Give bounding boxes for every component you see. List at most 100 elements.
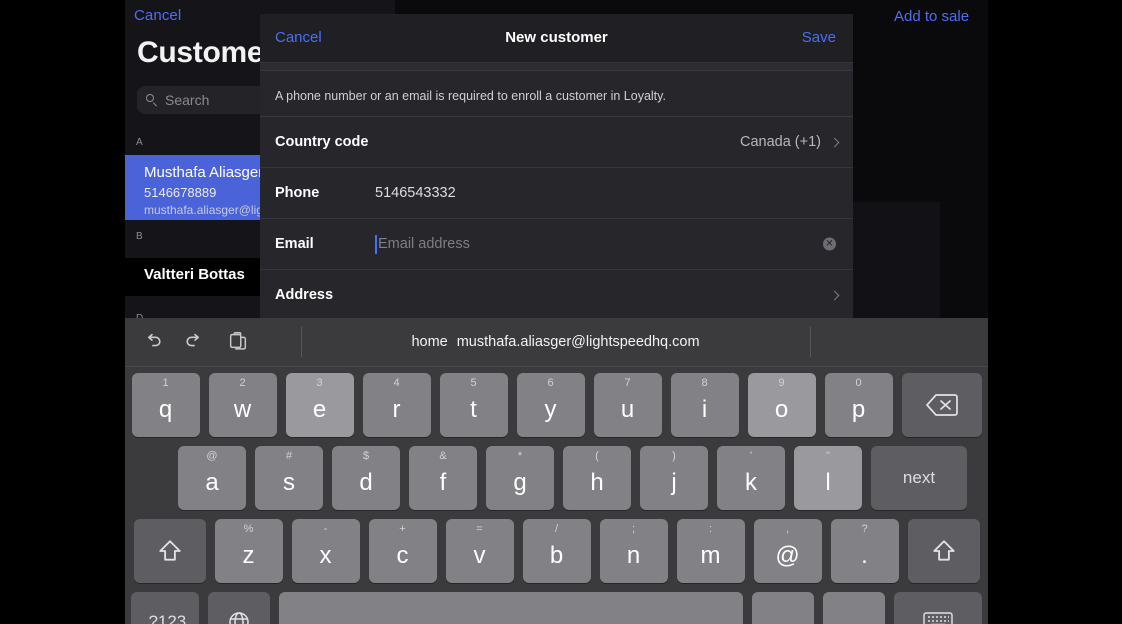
suggestion-divider-right <box>810 327 811 357</box>
search-icon <box>146 94 158 106</box>
form-row-phone[interactable]: Phone 5146543332 <box>260 168 853 219</box>
redo-icon[interactable] <box>184 330 206 352</box>
form-row-country-code[interactable]: Country code Canada (+1) <box>260 117 853 168</box>
key-h[interactable]: ( h <box>563 446 631 510</box>
key-alt-label: ; <box>631 523 636 535</box>
key-label: p <box>851 396 866 423</box>
key-alt-label: 9 <box>778 377 785 389</box>
key-label: v <box>473 542 486 569</box>
suggestion-item[interactable]: musthafa.aliasger@lightspeedhq.com <box>457 334 700 350</box>
space-key[interactable] <box>279 592 743 624</box>
chevron-right-icon <box>829 137 840 147</box>
key-label: w <box>233 396 252 423</box>
key-alt-label: 1 <box>162 377 169 389</box>
key-v[interactable]: = v <box>445 519 514 583</box>
section-header-a: A <box>136 137 143 148</box>
form-row-address[interactable]: Address <box>260 270 853 318</box>
globe-icon[interactable] <box>208 592 270 624</box>
key-alt-label: # <box>285 450 293 462</box>
key-alt-label: = <box>476 523 483 535</box>
key-at[interactable]: , @ <box>753 519 822 583</box>
key-l[interactable]: " l <box>794 446 862 510</box>
key-label: .?123 <box>143 612 187 624</box>
key-label: @ <box>775 542 800 569</box>
key-o[interactable]: 9 o <box>747 373 816 437</box>
key-label: n <box>626 542 641 569</box>
key-label: i <box>701 396 708 423</box>
key-alt-label: ? <box>861 523 868 535</box>
shift-icon[interactable] <box>907 519 980 583</box>
suggestion-list: home musthafa.aliasger@lightspeedhq.com <box>301 318 810 366</box>
key-t[interactable]: 5 t <box>439 373 508 437</box>
key-label: r <box>392 396 401 423</box>
suggestion-item[interactable]: home <box>411 334 447 350</box>
key-p[interactable]: 0 p <box>824 373 893 437</box>
onscreen-keyboard: home musthafa.aliasger@lightspeedhq.com … <box>125 318 988 624</box>
key-w[interactable]: 2 w <box>208 373 277 437</box>
numbers-key[interactable]: .?123 <box>131 592 199 624</box>
key-label: o <box>774 396 789 423</box>
punct-key-right[interactable] <box>823 592 885 624</box>
key-z[interactable]: % z <box>214 519 283 583</box>
key-label: b <box>549 542 564 569</box>
key-j[interactable]: ) j <box>640 446 708 510</box>
key-k[interactable]: ' k <box>717 446 785 510</box>
key-m[interactable]: : m <box>676 519 745 583</box>
key-alt-label: : <box>708 523 713 535</box>
keyboard-row-3: % z - x + c = v / b ; n: m , @ ? . <box>125 519 988 583</box>
form-row-email[interactable]: Email Email address ✕ <box>260 219 853 270</box>
key-alt-label: 5 <box>470 377 477 389</box>
key-c[interactable]: + c <box>368 519 437 583</box>
key-b[interactable]: / b <box>522 519 591 583</box>
key-alt-label: 8 <box>701 377 708 389</box>
form-label: Address <box>275 287 334 303</box>
email-field-placeholder[interactable]: Email address <box>378 236 470 252</box>
key-x[interactable]: - x <box>291 519 360 583</box>
phone-field[interactable]: 5146543332 <box>375 185 456 201</box>
background-cancel-button[interactable]: Cancel <box>134 7 181 24</box>
key-u[interactable]: 7 u <box>593 373 662 437</box>
key-alt-label: " <box>826 450 830 462</box>
key-a[interactable]: @ a <box>178 446 246 510</box>
key-label: g <box>513 469 527 496</box>
key-alt-label: 7 <box>624 377 631 389</box>
key-e[interactable]: 3 e <box>285 373 354 437</box>
keyboard-dismiss-icon[interactable] <box>894 592 982 624</box>
key-label: k <box>745 469 757 496</box>
shift-icon[interactable] <box>133 519 206 583</box>
key-label: m <box>700 542 721 569</box>
key-n[interactable]: ; n <box>599 519 668 583</box>
key-i[interactable]: 8 i <box>670 373 739 437</box>
paste-icon[interactable] <box>227 330 249 352</box>
key-period[interactable]: ? . <box>830 519 899 583</box>
key-label: q <box>158 396 173 423</box>
key-label: c <box>396 542 409 569</box>
key-q[interactable]: 1 q <box>131 373 200 437</box>
key-label: . <box>861 542 868 569</box>
next-key[interactable]: next <box>871 446 967 510</box>
punct-key-left[interactable] <box>752 592 814 624</box>
key-label: z <box>242 542 255 569</box>
key-label: l <box>825 469 831 496</box>
modal-navbar: Cancel New customer Save <box>260 14 853 63</box>
keyboard-rows: 1 q 2 w 3 e 4 r 5 t 6 y 7 u 8 i 9 o 0 p … <box>125 367 988 624</box>
add-to-sale-button[interactable]: Add to sale <box>894 8 969 25</box>
undo-icon[interactable] <box>141 330 163 352</box>
save-button[interactable]: Save <box>802 29 836 46</box>
key-d[interactable]: $ d <box>332 446 400 510</box>
new-customer-modal: Cancel New customer Save A phone number … <box>260 14 853 318</box>
key-s[interactable]: # s <box>255 446 323 510</box>
key-g[interactable]: * g <box>486 446 554 510</box>
customer-name: Musthafa Aliasger <box>144 164 264 181</box>
key-r[interactable]: 4 r <box>362 373 431 437</box>
key-alt-label: % <box>243 523 254 535</box>
key-f[interactable]: & f <box>409 446 477 510</box>
key-label: j <box>671 469 677 496</box>
key-label: h <box>590 469 604 496</box>
key-y[interactable]: 6 y <box>516 373 585 437</box>
clear-icon[interactable]: ✕ <box>823 237 836 251</box>
chevron-right-icon <box>829 290 840 300</box>
backspace-icon[interactable] <box>901 373 982 437</box>
key-alt-label: + <box>399 523 406 535</box>
section-header-b: B <box>136 231 143 242</box>
